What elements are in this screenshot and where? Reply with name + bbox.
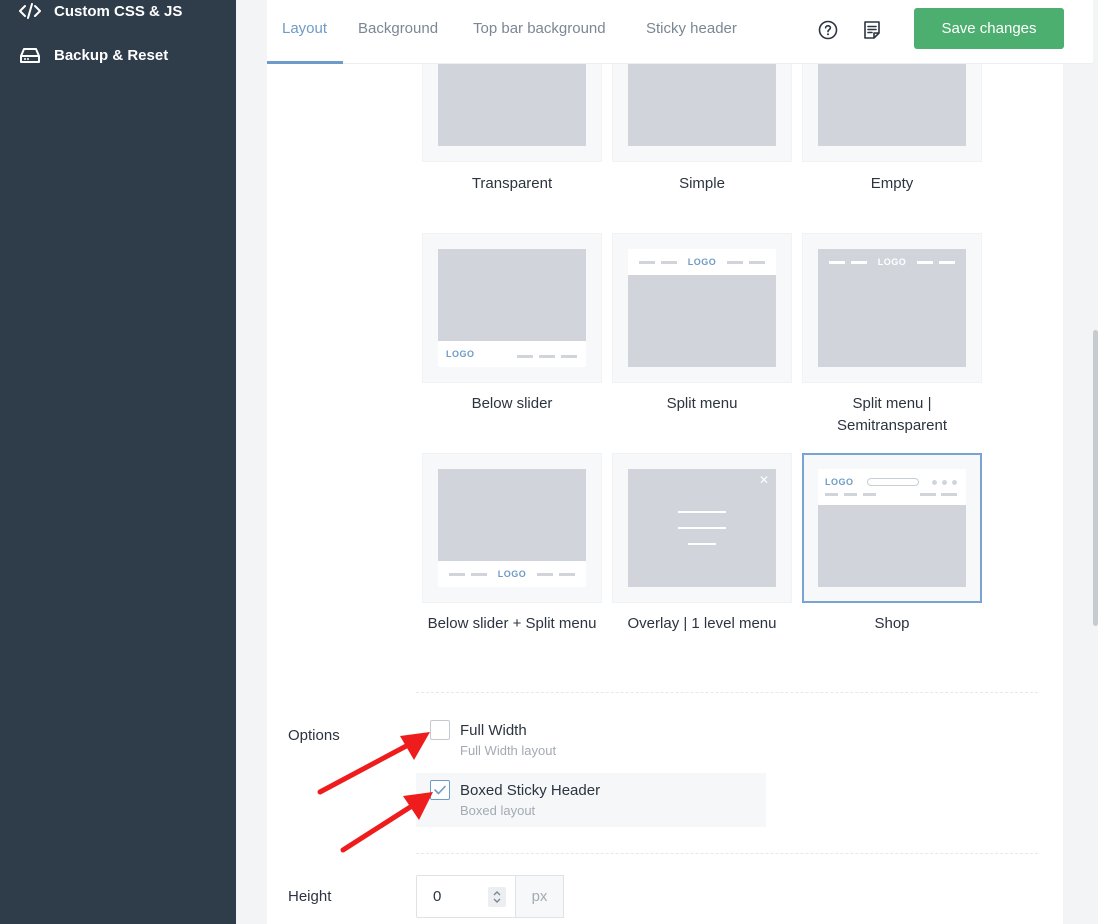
section-divider [416, 692, 1038, 693]
tab-top-bar-background[interactable]: Top bar background [473, 20, 606, 37]
layout-card-split-menu-semitransparent[interactable]: LOGO [802, 233, 982, 383]
layout-card-shop[interactable]: LOGO [802, 453, 982, 603]
layout-label: Overlay | 1 level menu [627, 615, 777, 632]
boxed-sticky-header-checkbox[interactable] [430, 780, 450, 800]
layout-label: Below slider [471, 395, 553, 412]
logo-placeholder: LOGO [446, 349, 475, 359]
full-width-desc: Full Width layout [460, 743, 557, 758]
height-unit: px [516, 875, 564, 918]
tab-background[interactable]: Background [358, 20, 438, 37]
layout-card-split-menu[interactable]: LOGO [612, 233, 792, 383]
code-icon [18, 1, 42, 21]
layout-preview: LOGO [438, 469, 586, 587]
options-label: Options [288, 727, 340, 744]
drive-icon [18, 45, 42, 65]
layout-card-below-slider[interactable]: LOGO [422, 233, 602, 383]
save-changes-button[interactable]: Save changes [914, 8, 1064, 49]
scrollbar-thumb[interactable] [1093, 330, 1098, 626]
sidebar-item-label: Backup & Reset [54, 46, 169, 64]
layout-label: Below slider + Split menu [427, 615, 597, 632]
tab-layout[interactable]: Layout [282, 20, 327, 37]
height-label: Height [288, 888, 332, 905]
sidebar-item-custom-css-js[interactable]: Custom CSS & JS [18, 1, 182, 21]
logo-placeholder: LOGO [687, 257, 717, 267]
layout-label: Transparent [471, 175, 553, 192]
layout-label: Simple [679, 175, 725, 192]
layout-label: Shop [874, 615, 910, 632]
tab-sticky-header[interactable]: Sticky header [646, 20, 737, 37]
logo-placeholder: LOGO [497, 569, 527, 579]
close-icon: ✕ [758, 473, 769, 487]
layout-card-overlay-1-level-menu[interactable]: ✕ [612, 453, 792, 603]
full-width-title: Full Width [460, 722, 527, 739]
sidebar-item-label: Custom CSS & JS [54, 2, 183, 20]
layout-preview: LOGO [438, 249, 586, 367]
layout-label: Split menu | Semitransparent [836, 395, 948, 434]
active-tab-indicator [267, 61, 343, 64]
logo-placeholder: LOGO [825, 477, 854, 487]
notes-icon[interactable] [861, 19, 883, 41]
section-divider [416, 853, 1038, 854]
sidebar-item-backup-reset[interactable]: Backup & Reset [18, 45, 168, 65]
layout-card-below-slider-split-menu[interactable]: LOGO [422, 453, 602, 603]
top-bar: Layout Background Top bar background Sti… [267, 0, 1093, 64]
sidebar: Custom CSS & JS Backup & Reset [0, 0, 236, 924]
layout-preview: LOGO [818, 469, 966, 587]
logo-placeholder: LOGO [877, 257, 907, 267]
full-width-checkbox[interactable] [430, 720, 450, 740]
boxed-sticky-header-title: Boxed Sticky Header [460, 782, 601, 799]
layout-preview: LOGO [628, 249, 776, 367]
checkmark-icon [434, 785, 446, 795]
layout-preview: ✕ [628, 469, 776, 587]
boxed-sticky-header-desc: Boxed layout [460, 803, 536, 818]
layout-preview: LOGO [818, 249, 966, 367]
help-icon[interactable] [817, 19, 839, 41]
layout-label: Split menu [666, 395, 738, 412]
layout-label: Empty [870, 175, 914, 192]
number-stepper[interactable] [488, 887, 506, 907]
